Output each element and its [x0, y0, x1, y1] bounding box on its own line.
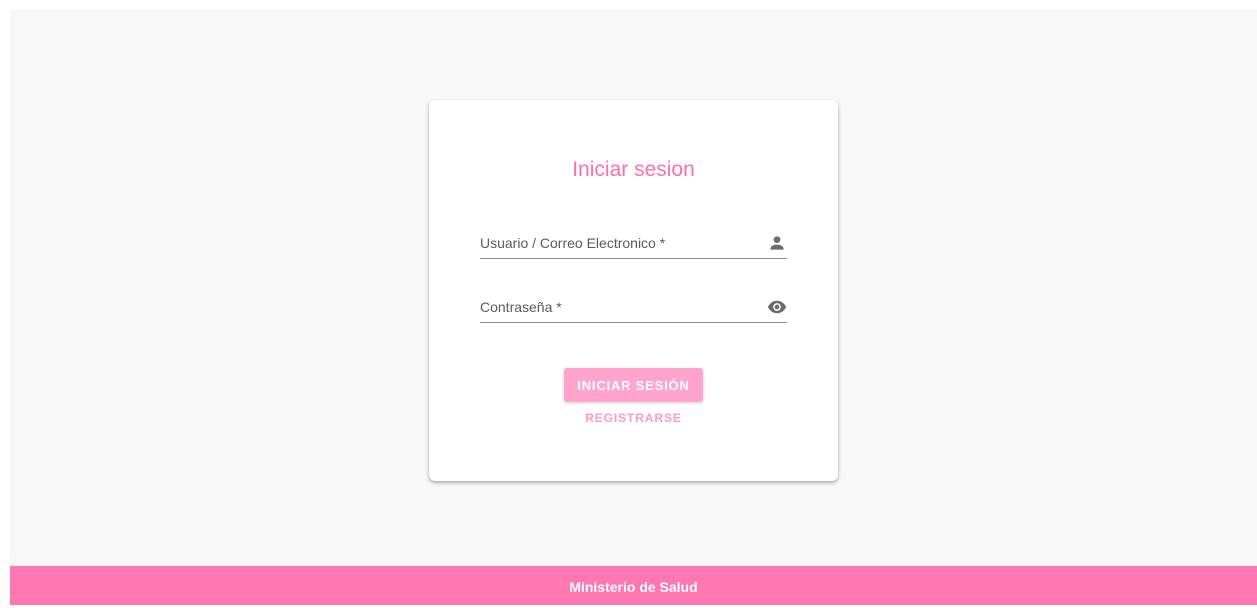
password-input[interactable] [480, 292, 750, 322]
footer-text: Ministerio de Salud [569, 579, 698, 595]
login-card: Iniciar sesion INICIAR SESIÓN REGISTRARS… [429, 100, 838, 481]
login-title: Iniciar sesion [572, 158, 695, 181]
page-background: Iniciar sesion INICIAR SESIÓN REGISTRARS… [10, 10, 1257, 566]
username-input[interactable] [480, 228, 750, 258]
register-button[interactable]: REGISTRARSE [564, 407, 703, 429]
username-field [480, 228, 787, 259]
person-icon [770, 236, 784, 250]
footer-bar: Ministerio de Salud [10, 566, 1257, 605]
login-button[interactable]: INICIAR SESIÓN [564, 368, 703, 402]
eye-icon[interactable] [767, 297, 787, 317]
password-field [480, 292, 787, 323]
